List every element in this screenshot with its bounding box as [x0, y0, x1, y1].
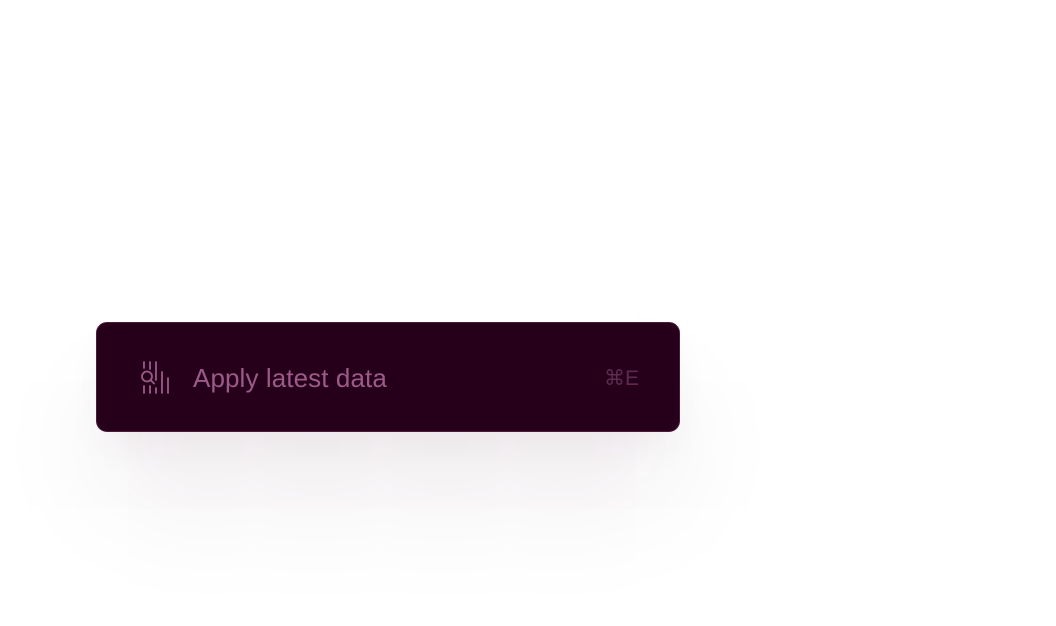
menu-item-label: Apply latest data — [193, 363, 387, 393]
apply-data-icon — [141, 361, 169, 394]
apply-latest-data-menu-item[interactable]: Apply latest data ⌘E — [96, 322, 680, 432]
keyboard-shortcut: ⌘E — [603, 367, 639, 390]
